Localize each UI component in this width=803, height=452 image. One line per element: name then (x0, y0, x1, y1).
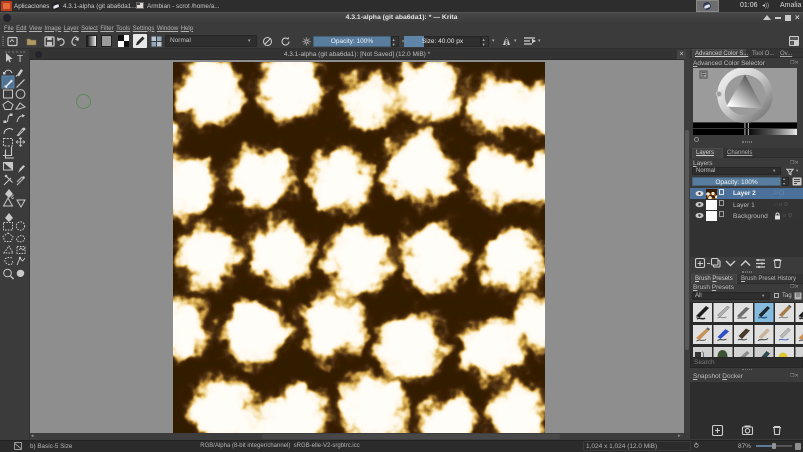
svg-text:T: T (17, 54, 23, 65)
